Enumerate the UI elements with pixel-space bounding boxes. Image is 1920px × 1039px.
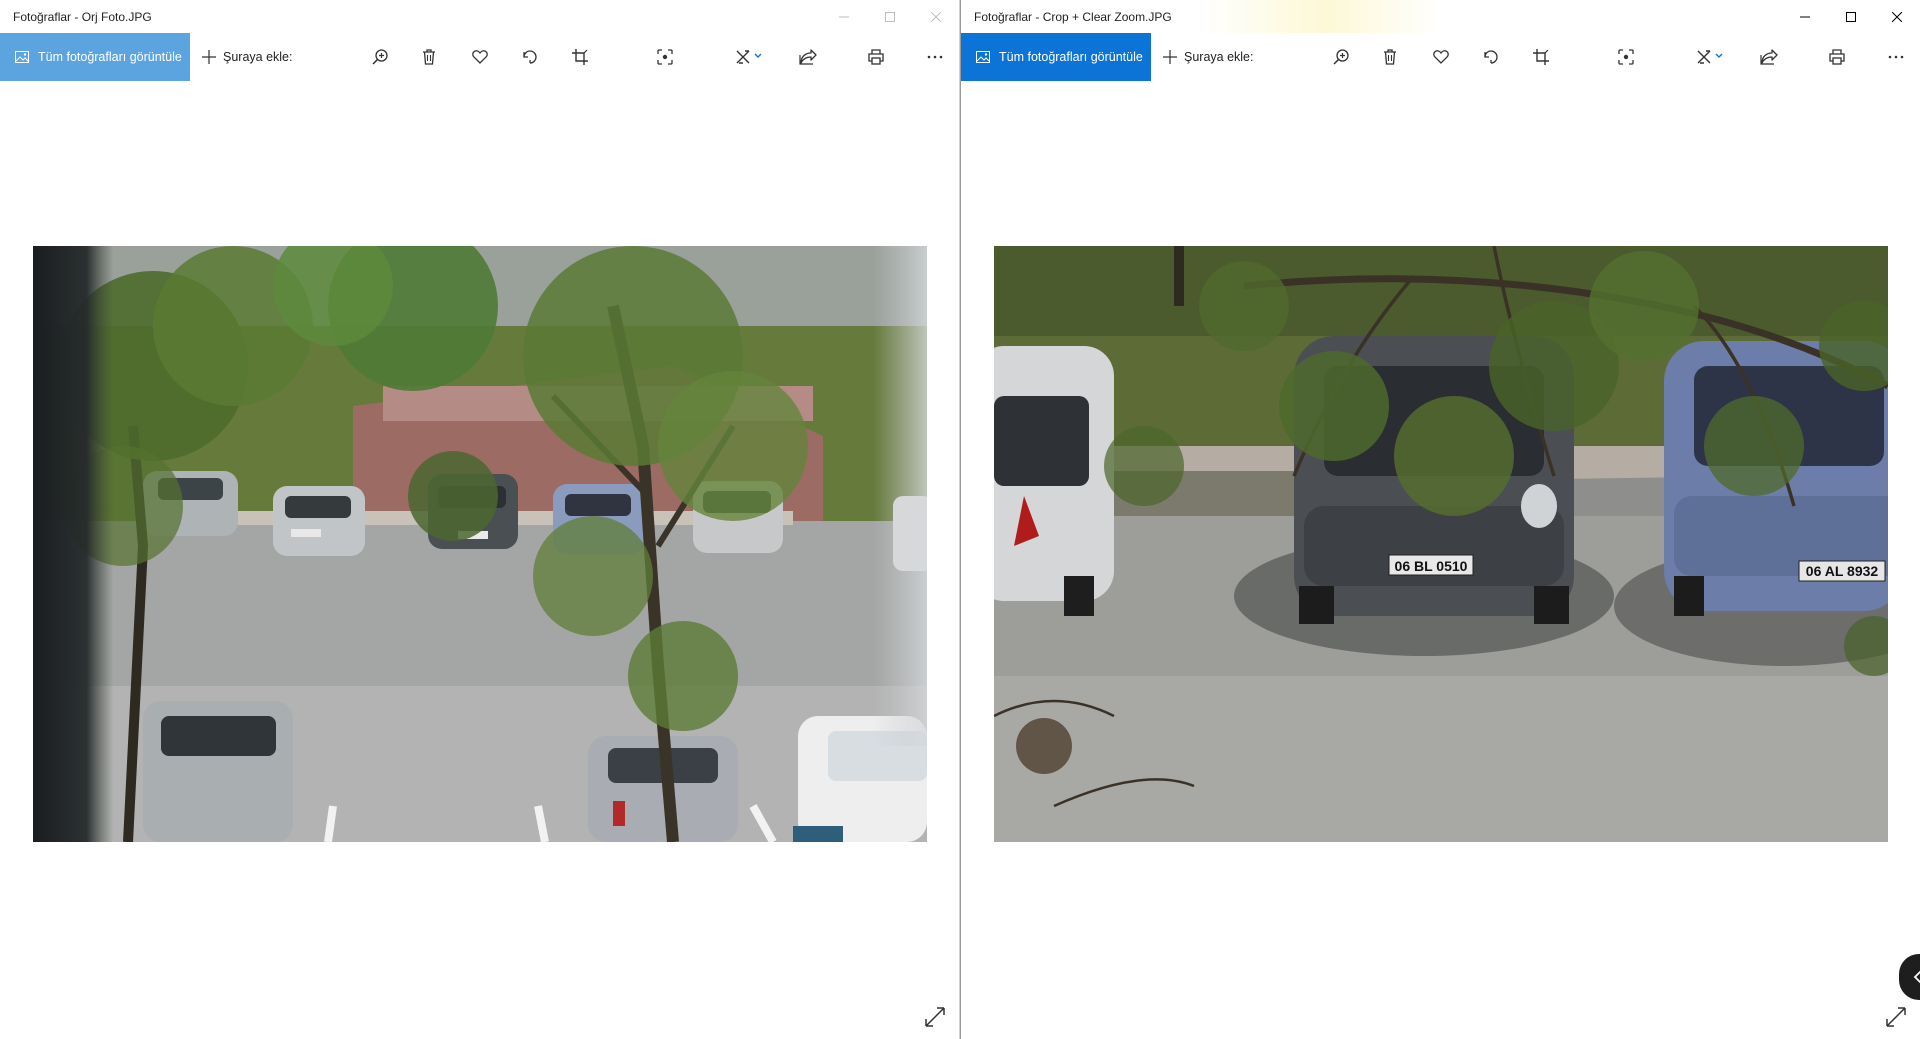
plus-icon [1163,50,1177,64]
close-button[interactable] [1874,0,1920,33]
window-title: Fotoğraflar - Crop + Clear Zoom.JPG [974,9,1172,24]
minimize-button[interactable] [821,0,867,33]
maximize-icon [1846,11,1856,22]
zoom-button[interactable] [1323,33,1359,81]
plus-icon [202,50,216,64]
minimize-icon [839,16,849,17]
photo-original [33,246,927,842]
add-to-label: Şuraya ekle: [223,50,293,64]
photos-icon [15,51,29,63]
add-to-button[interactable]: Şuraya ekle: [1163,33,1253,81]
license-plate-text: 06 AL 8932 [1806,563,1879,579]
rotate-button[interactable] [512,33,548,81]
more-icon [1888,55,1904,59]
print-icon [868,49,884,65]
focus-icon [1618,49,1634,65]
close-icon [1892,11,1902,22]
share-button[interactable] [790,33,826,81]
view-all-photos-label: Tüm fotoğrafları görüntüle [38,50,182,64]
more-button[interactable] [917,33,953,81]
maximize-icon [885,11,895,22]
add-to-label: Şuraya ekle: [1184,50,1254,64]
photos-window-original: Fotoğraflar - Orj Foto.JPG Tüm fotoğrafl… [0,0,960,1039]
expand-icon [1886,1007,1906,1027]
rotate-button[interactable] [1473,33,1509,81]
side-panel-handle[interactable] [1899,954,1920,1000]
window-controls [821,0,959,33]
crop-icon [572,49,588,65]
maximize-button[interactable] [1828,0,1874,33]
photos-icon [976,51,990,63]
more-button[interactable] [1878,33,1914,81]
favorite-button[interactable] [462,33,498,81]
delete-icon [423,49,435,65]
license-plate-text: 06 BL 0510 [1395,558,1468,574]
zoom-in-icon [1333,49,1349,65]
zoom-in-icon [372,49,388,65]
expand-icon [925,1007,945,1027]
edit-create-icon [1697,50,1723,64]
toolbar: Tüm fotoğrafları görüntüle Şuraya ekle: [961,33,1920,81]
enhance-button[interactable] [1608,33,1644,81]
view-all-photos-button[interactable]: Tüm fotoğrafları görüntüle [961,33,1151,81]
edit-create-icon [736,50,762,64]
view-all-photos-label: Tüm fotoğrafları görüntüle [999,50,1143,64]
print-button[interactable] [858,33,894,81]
share-button[interactable] [1751,33,1787,81]
heart-icon [472,50,488,64]
share-icon [799,49,817,65]
crop-button[interactable] [562,33,598,81]
rotate-icon [523,50,537,64]
photo-cropped: 06 BL 0510 06 AL 8932 [994,246,1888,842]
photos-window-crop: Fotoğraflar - Crop + Clear Zoom.JPG Tüm … [960,0,1920,1039]
favorite-button[interactable] [1423,33,1459,81]
add-to-button[interactable]: Şuraya ekle: [202,33,292,81]
chevron-left-icon [1913,970,1920,984]
crop-button[interactable] [1523,33,1559,81]
window-title: Fotoğraflar - Orj Foto.JPG [13,9,152,24]
car [994,346,1114,616]
close-icon [931,11,941,22]
minimize-button[interactable] [1782,0,1828,33]
close-button[interactable] [913,0,959,33]
title-bar[interactable]: Fotoğraflar - Crop + Clear Zoom.JPG [961,0,1920,33]
heart-icon [1433,50,1449,64]
edit-create-button[interactable] [725,33,773,81]
toolbar: Tüm fotoğrafları görüntüle Şuraya ekle: [0,33,959,81]
more-icon [927,55,943,59]
edit-create-button[interactable] [1686,33,1734,81]
focus-icon [657,49,673,65]
print-icon [1829,49,1845,65]
delete-button[interactable] [411,33,447,81]
full-screen-button[interactable] [1885,1006,1907,1028]
print-button[interactable] [1819,33,1855,81]
enhance-button[interactable] [647,33,683,81]
crop-icon [1533,49,1549,65]
maximize-button[interactable] [867,0,913,33]
full-screen-button[interactable] [924,1006,946,1028]
delete-icon [1384,49,1396,65]
window-controls [1782,0,1920,33]
minimize-icon [1800,16,1810,17]
share-icon [1760,49,1778,65]
title-bar[interactable]: Fotoğraflar - Orj Foto.JPG [0,0,959,33]
rotate-icon [1484,50,1498,64]
delete-button[interactable] [1372,33,1408,81]
view-all-photos-button[interactable]: Tüm fotoğrafları görüntüle [0,33,190,81]
zoom-button[interactable] [362,33,398,81]
